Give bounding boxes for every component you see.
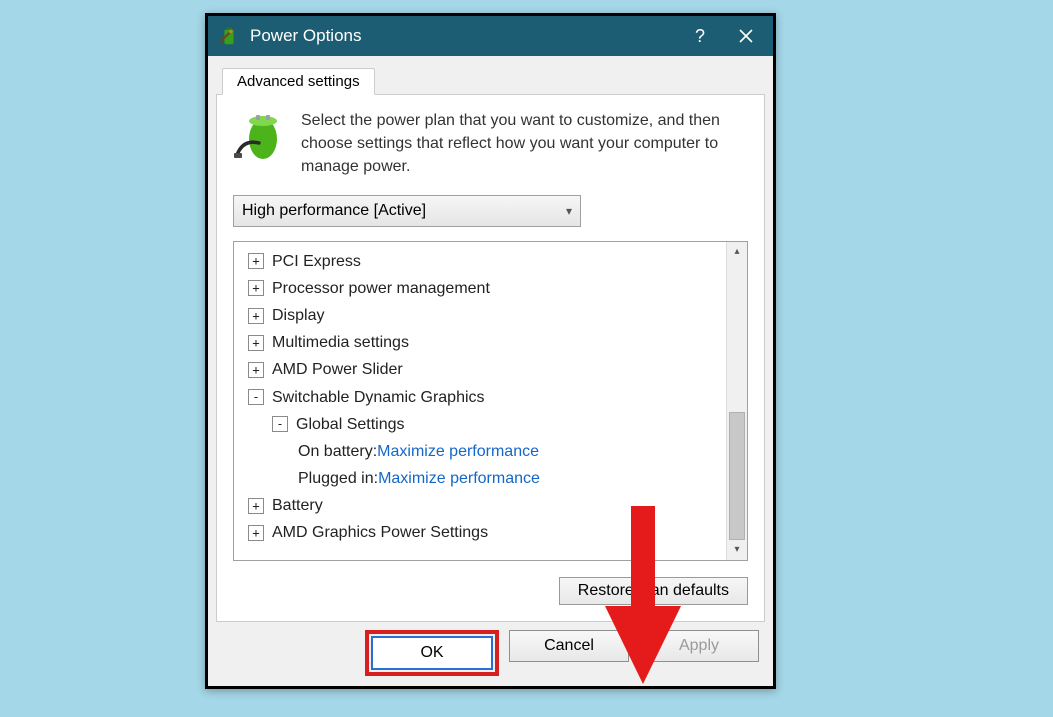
intro-text: Select the power plan that you want to c…	[301, 109, 748, 179]
help-button[interactable]: ?	[677, 16, 723, 56]
tab-body: Select the power plan that you want to c…	[216, 95, 765, 622]
collapse-icon[interactable]: -	[248, 389, 264, 405]
tree-scrollbar[interactable]: ▴ ▾	[726, 242, 747, 560]
expand-icon[interactable]: +	[248, 335, 264, 351]
scroll-track[interactable]	[727, 262, 747, 540]
tree-item-processor-power[interactable]: +Processor power management	[238, 275, 722, 302]
titlebar[interactable]: Power Options ?	[208, 16, 773, 56]
plugged-in-value[interactable]: Maximize performance	[378, 465, 540, 492]
dialog-button-row: OK Cancel Apply	[216, 622, 765, 680]
tree-item-display[interactable]: +Display	[238, 302, 722, 329]
tree-item-amd-slider[interactable]: +AMD Power Slider	[238, 356, 722, 383]
tree-item-multimedia[interactable]: +Multimedia settings	[238, 329, 722, 356]
tree-item-switchable-graphics[interactable]: -Switchable Dynamic Graphics	[238, 384, 722, 411]
tree-item-global-settings[interactable]: -Global Settings	[238, 411, 722, 438]
tabstrip: Advanced settings	[216, 64, 765, 95]
tree-item-pci-express[interactable]: +PCI Express	[238, 248, 722, 275]
battery-large-icon	[233, 109, 287, 179]
battery-app-icon	[218, 25, 240, 47]
expand-icon[interactable]: +	[248, 280, 264, 296]
power-options-dialog: Power Options ? Advanced settings	[205, 13, 776, 689]
dialog-client-area: Advanced settings Select the power plan …	[208, 56, 773, 686]
settings-tree[interactable]: +PCI Express +Processor power management…	[234, 242, 726, 560]
expand-icon[interactable]: +	[248, 525, 264, 541]
expand-icon[interactable]: +	[248, 362, 264, 378]
intro-row: Select the power plan that you want to c…	[233, 109, 748, 179]
collapse-icon[interactable]: -	[272, 416, 288, 432]
restore-plan-defaults-button[interactable]: Restore plan defaults	[559, 577, 748, 605]
ok-button[interactable]: OK	[371, 636, 493, 670]
tree-item-on-battery[interactable]: On battery: Maximize performance	[238, 438, 722, 465]
power-plan-selected: High performance [Active]	[242, 202, 426, 220]
apply-button[interactable]: Apply	[639, 630, 759, 662]
ok-button-highlight: OK	[365, 630, 499, 676]
expand-icon[interactable]: +	[248, 498, 264, 514]
expand-icon[interactable]: +	[248, 253, 264, 269]
chevron-down-icon: ▾	[566, 204, 572, 218]
tab-advanced-settings[interactable]: Advanced settings	[222, 68, 375, 95]
tree-item-amd-graphics-power[interactable]: +AMD Graphics Power Settings	[238, 519, 722, 546]
on-battery-value[interactable]: Maximize performance	[377, 438, 539, 465]
scroll-up-icon[interactable]: ▴	[734, 242, 739, 262]
expand-icon[interactable]: +	[248, 308, 264, 324]
scroll-thumb[interactable]	[729, 412, 745, 540]
power-plan-dropdown[interactable]: High performance [Active] ▾	[233, 195, 581, 227]
tree-item-plugged-in[interactable]: Plugged in: Maximize performance	[238, 465, 722, 492]
scroll-down-icon[interactable]: ▾	[734, 540, 739, 560]
cancel-button[interactable]: Cancel	[509, 630, 629, 662]
settings-tree-container: +PCI Express +Processor power management…	[233, 241, 748, 561]
window-title: Power Options	[250, 26, 677, 46]
tree-item-battery[interactable]: +Battery	[238, 492, 722, 519]
close-button[interactable]	[723, 16, 769, 56]
